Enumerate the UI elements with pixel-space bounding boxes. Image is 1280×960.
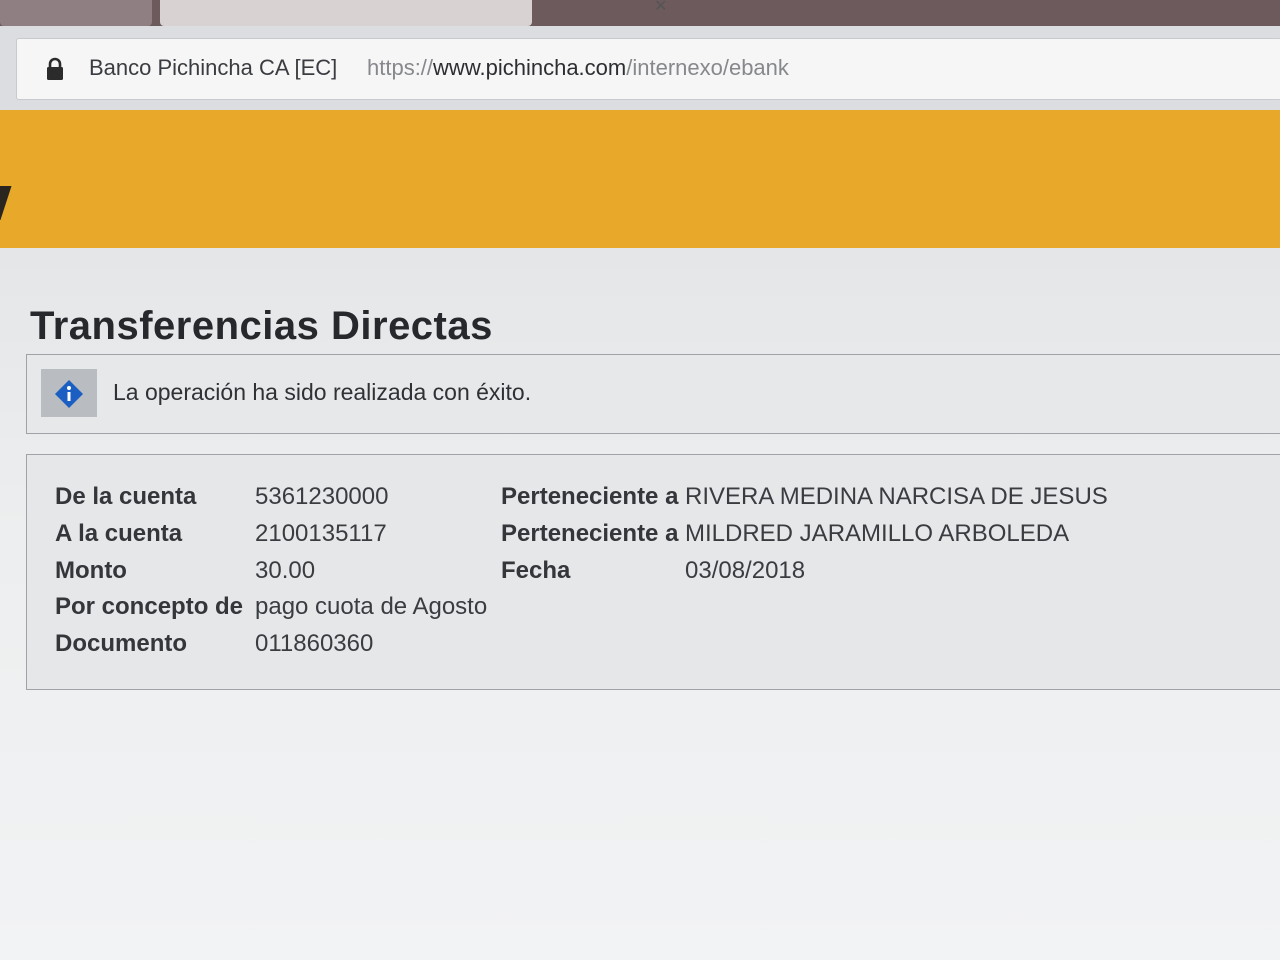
from-owner-label: Perteneciente a (501, 483, 679, 510)
browser-tab-1[interactable] (0, 0, 152, 26)
from-account-value: 5361230000 (255, 483, 389, 510)
to-account-label: A la cuenta (55, 520, 183, 547)
date-value: 03/08/2018 (685, 557, 806, 584)
date-label: Fecha (501, 557, 571, 584)
transfer-details: De la cuenta 5361230000 Perteneciente a … (26, 454, 1280, 690)
success-message: La operación ha sido realizada con éxito… (113, 379, 532, 405)
from-owner-value: RIVERA MEDINA NARCISA DE JESUS (685, 483, 1108, 510)
close-icon[interactable]: ✕ (654, 0, 667, 16)
amount-value: 30.00 (255, 557, 316, 584)
browser-tab-strip: ✕ (0, 0, 1280, 26)
document-label: Documento (55, 630, 187, 657)
site-identity: Banco Pichincha CA [EC] (89, 55, 338, 80)
success-message-box: La operación ha sido realizada con éxito… (26, 354, 1280, 434)
to-owner-value: MILDRED JARAMILLO ARBOLEDA (685, 520, 1070, 547)
amount-label: Monto (55, 557, 127, 584)
concept-value: pago cuota de Agosto (255, 593, 488, 620)
bank-header-banner (0, 110, 1280, 248)
url-text: https://www.pichincha.com/internexo/eban… (367, 55, 789, 81)
info-icon-container (41, 369, 97, 417)
to-account-value: 2100135117 (255, 520, 387, 547)
concept-label: Por concepto de (55, 593, 244, 620)
url-host: www.pichincha.com (433, 55, 627, 80)
browser-toolbar: Banco Pichincha CA [EC] https://www.pich… (0, 26, 1280, 110)
address-bar[interactable]: Banco Pichincha CA [EC] https://www.pich… (16, 38, 1280, 100)
document-value: 011860360 (255, 630, 374, 657)
main-content: Transferencias Directas La operación ha … (0, 248, 1280, 960)
page-title: Transferencias Directas (30, 304, 493, 348)
browser-tab-2[interactable]: ✕ (160, 0, 667, 26)
to-owner-label: Perteneciente a (501, 520, 679, 547)
logo-fragment (0, 186, 12, 220)
lock-icon (47, 57, 63, 80)
from-account-label: De la cuenta (55, 483, 197, 510)
url-path: /internexo/ebank (626, 55, 789, 80)
url-scheme: https:// (367, 55, 434, 80)
info-icon (55, 380, 83, 408)
